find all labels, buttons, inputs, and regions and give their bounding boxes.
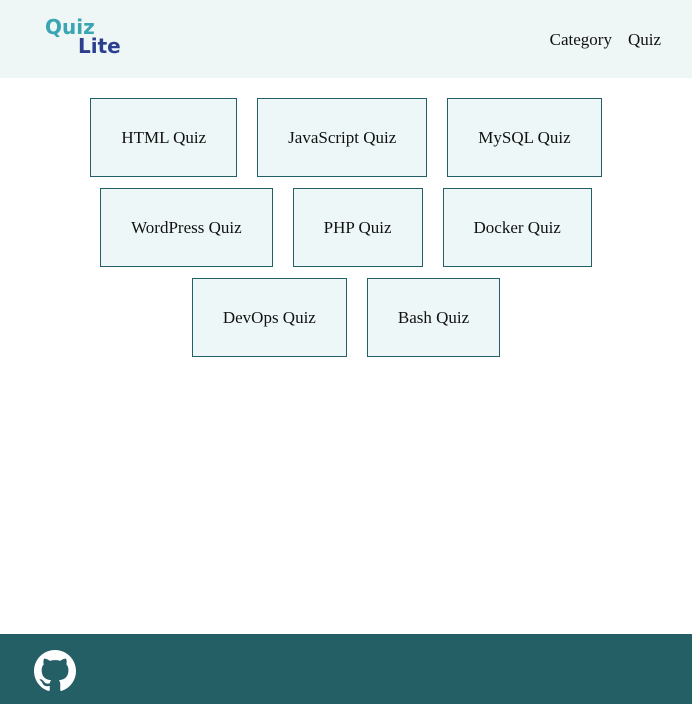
quiz-card-bash[interactable]: Bash Quiz (366, 278, 501, 357)
github-link[interactable] (34, 650, 76, 692)
site-footer (0, 634, 692, 704)
main-nav: Category Quiz (550, 30, 661, 50)
github-icon (34, 650, 76, 691)
quiz-card-php[interactable]: PHP Quiz (292, 188, 423, 267)
quiz-card-mysql[interactable]: MySQL Quiz (447, 98, 602, 177)
quiz-card-javascript[interactable]: JavaScript Quiz (257, 98, 428, 177)
quiz-row: DevOps Quiz Bash Quiz (191, 278, 501, 357)
quiz-card-wordpress[interactable]: WordPress Quiz (100, 188, 273, 267)
quizlite-logo[interactable]: Quiz Lite (44, 15, 132, 57)
site-header: Quiz Lite Category Quiz (0, 0, 692, 78)
quiz-card-html[interactable]: HTML Quiz (90, 98, 238, 177)
logo-graphic: Quiz Lite (45, 15, 121, 57)
quiz-category-grid: HTML Quiz JavaScript Quiz MySQL Quiz Wor… (0, 98, 692, 357)
nav-quiz-link[interactable]: Quiz (628, 30, 661, 50)
quiz-row: HTML Quiz JavaScript Quiz MySQL Quiz (90, 98, 602, 177)
quiz-row: WordPress Quiz PHP Quiz Docker Quiz (100, 188, 592, 267)
quiz-card-devops[interactable]: DevOps Quiz (191, 278, 347, 357)
nav-category-link[interactable]: Category (550, 30, 612, 50)
logo-line-2: Lite (78, 34, 121, 57)
quiz-card-docker[interactable]: Docker Quiz (442, 188, 592, 267)
